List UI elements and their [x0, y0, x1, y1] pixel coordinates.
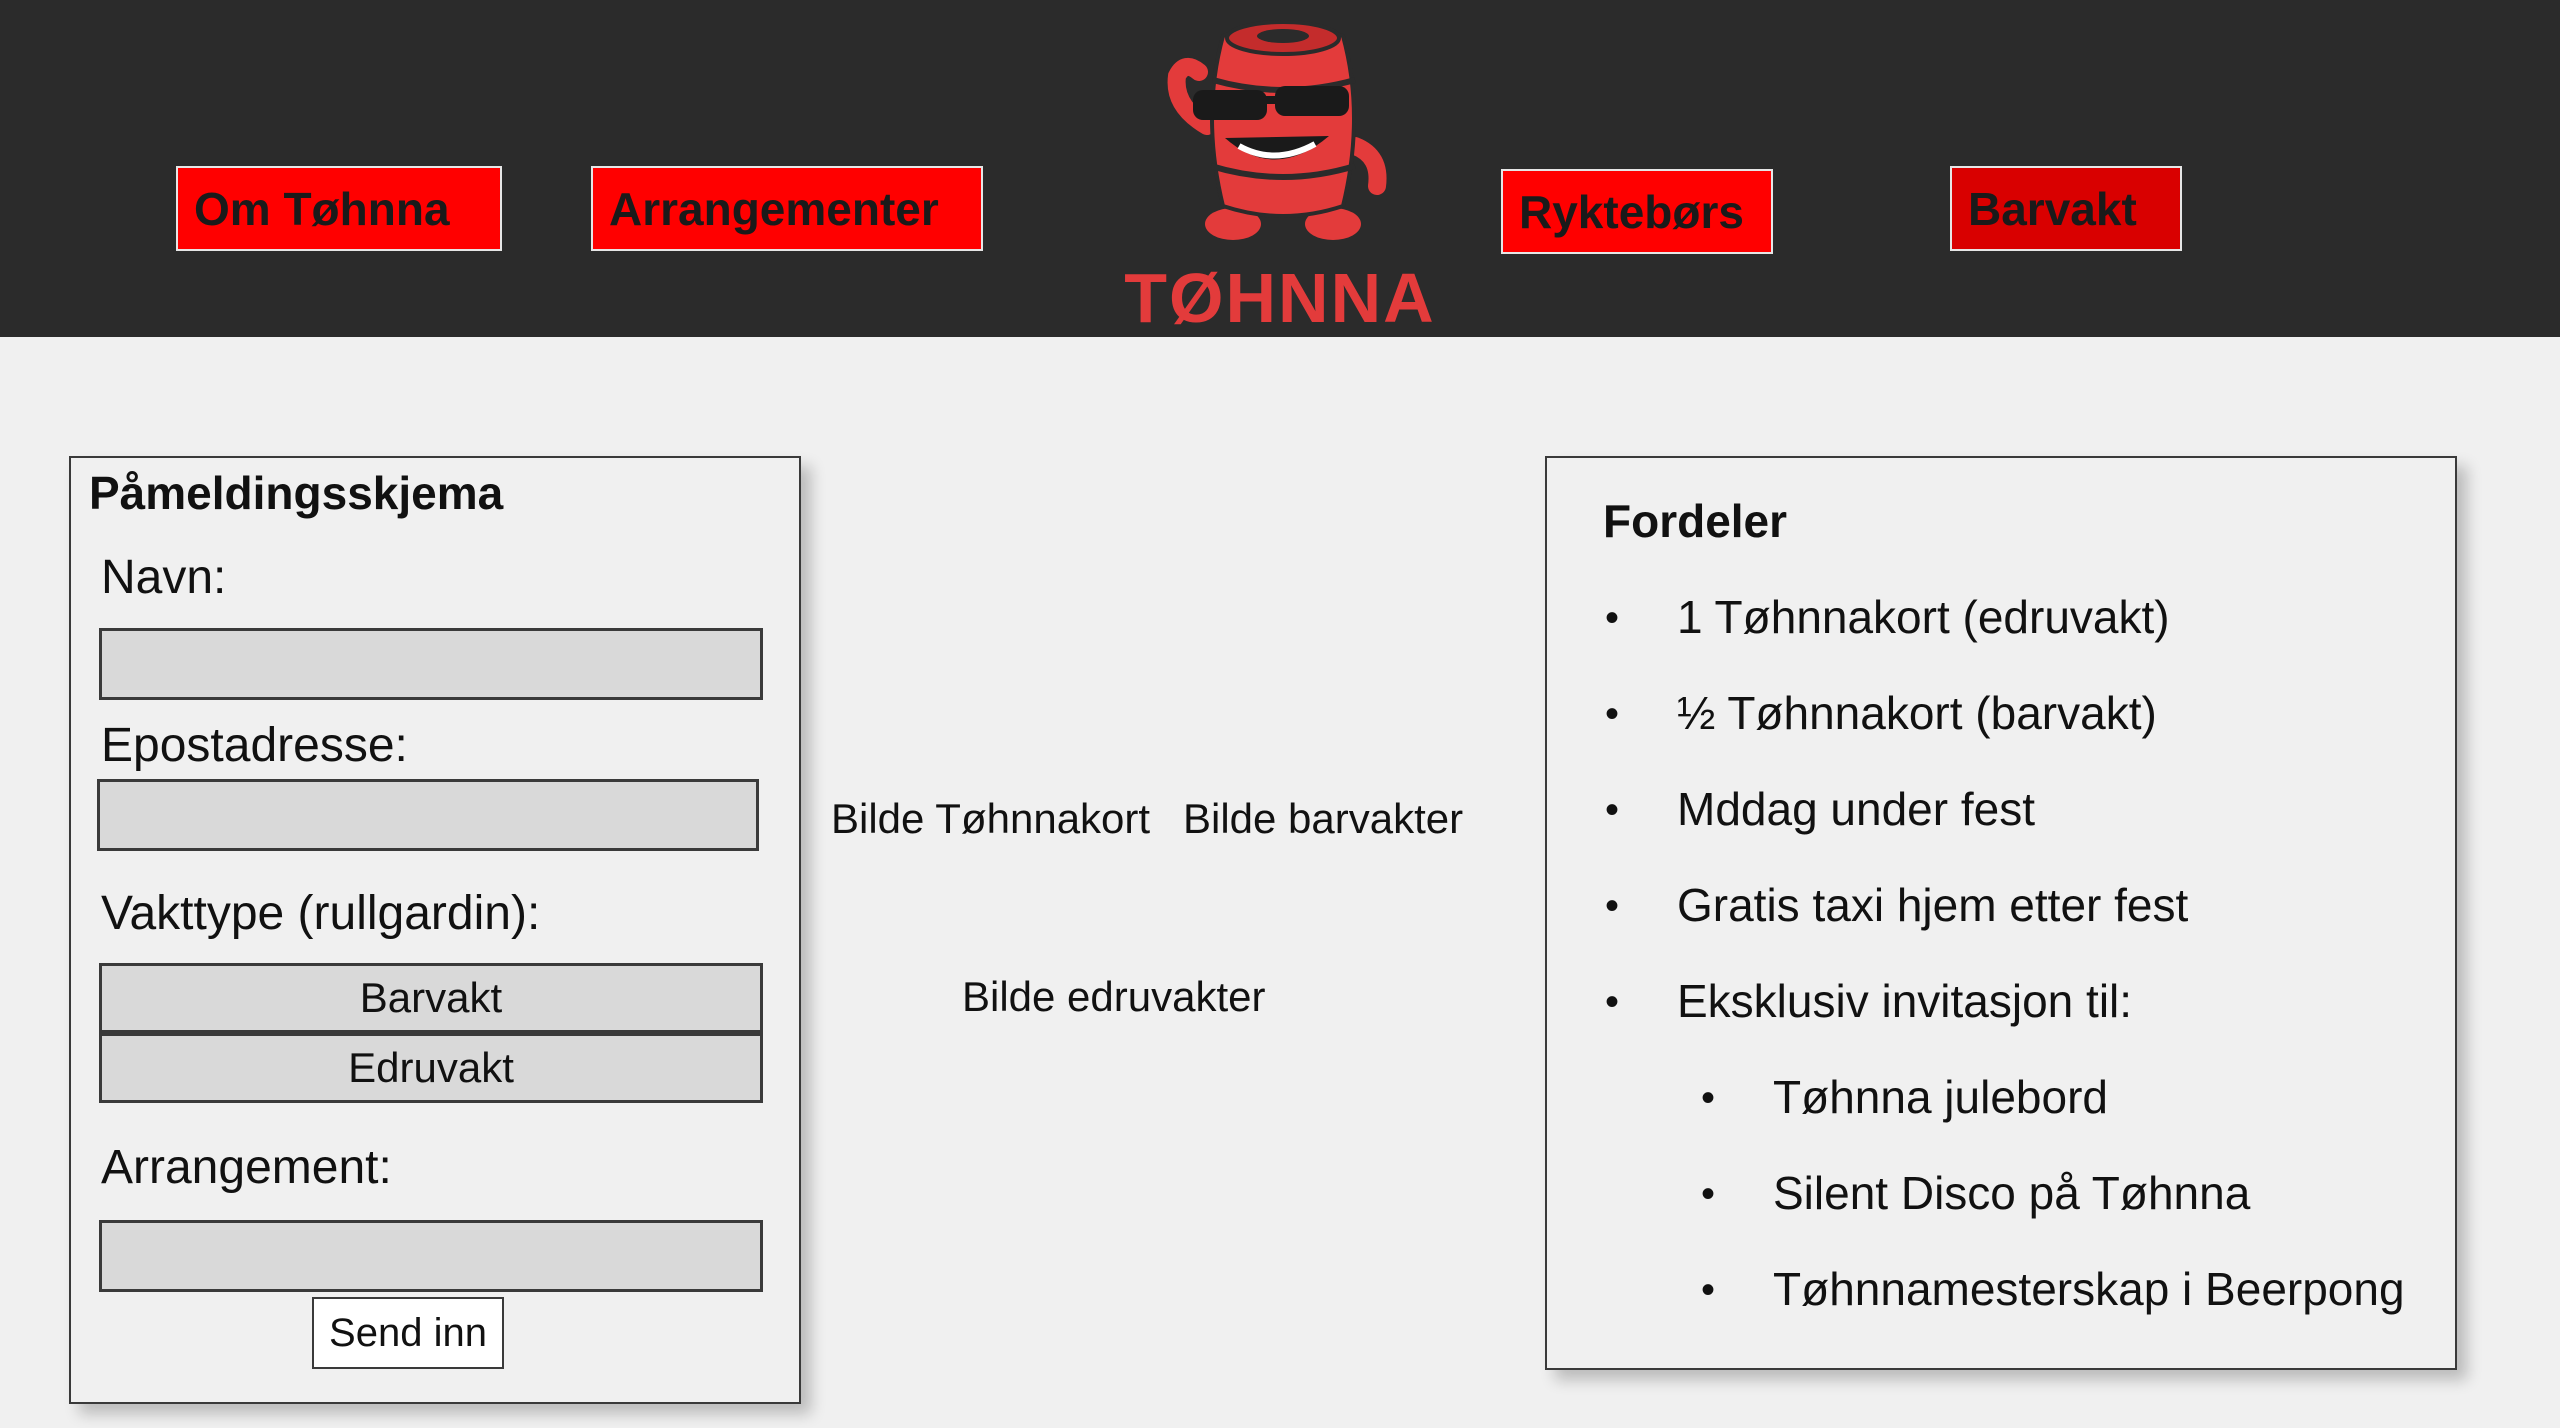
- image-placeholder-barvakter: Bilde barvakter: [1183, 795, 1464, 842]
- email-label: Epostadresse:: [101, 719, 408, 772]
- nav-arrangementer-button[interactable]: Arrangementer: [591, 166, 983, 251]
- form-title: Påmeldingsskjema: [89, 467, 504, 519]
- bullet-icon: •: [1605, 692, 1620, 736]
- email-input[interactable]: [97, 779, 759, 851]
- nav-ryktebors-button[interactable]: Ryktebørs: [1501, 169, 1773, 254]
- submit-button[interactable]: Send inn: [312, 1297, 504, 1369]
- bullet-icon: •: [1701, 1076, 1716, 1120]
- benefits-panel: Fordeler • 1 Tøhnnakort (edruvakt) • ½ T…: [1545, 456, 2457, 1370]
- benefit-item: Gratis taxi hjem etter fest: [1677, 879, 2189, 931]
- benefit-item: Eksklusiv invitasjon til:: [1677, 975, 2133, 1027]
- bullet-icon: •: [1605, 884, 1620, 928]
- bullet-icon: •: [1605, 596, 1620, 640]
- benefit-sub-item: Silent Disco på Tøhnna: [1773, 1167, 2251, 1219]
- benefits-title: Fordeler: [1603, 495, 1788, 547]
- benefit-item: Mddag under fest: [1677, 783, 2036, 835]
- signup-form-panel: Påmeldingsskjema Navn: Epostadresse: Vak…: [69, 456, 801, 1404]
- bullet-icon: •: [1605, 980, 1620, 1024]
- event-label: Arrangement:: [101, 1141, 392, 1194]
- name-label: Navn:: [101, 551, 227, 604]
- benefit-sub-item: Tøhnna julebord: [1773, 1071, 2108, 1123]
- nav-om-tohnna-button[interactable]: Om Tøhnna: [176, 166, 502, 251]
- image-placeholder-edruvakter: Bilde edruvakter: [962, 973, 1266, 1020]
- benefit-item: ½ Tøhnnakort (barvakt): [1677, 687, 2157, 739]
- bullet-icon: •: [1605, 788, 1620, 832]
- name-input[interactable]: [99, 628, 763, 700]
- benefit-item: 1 Tøhnnakort (edruvakt): [1677, 591, 2170, 643]
- bullet-icon: •: [1701, 1172, 1716, 1216]
- bullet-icon: •: [1701, 1268, 1716, 1312]
- shift-type-label: Vakttype (rullgardin):: [101, 887, 541, 940]
- shift-option-edruvakt[interactable]: Edruvakt: [99, 1033, 763, 1103]
- logo-wordmark: TØHNNA: [1124, 259, 1436, 337]
- event-input[interactable]: [99, 1220, 763, 1292]
- benefit-sub-item: Tøhnnamesterskap i Beerpong: [1773, 1263, 2405, 1315]
- nav-barvakt-button[interactable]: Barvakt: [1950, 166, 2182, 251]
- shift-option-barvakt[interactable]: Barvakt: [99, 963, 763, 1033]
- image-placeholder-tohnnakort: Bilde Tøhnnakort: [831, 795, 1151, 842]
- site-header: Om Tøhnna Arrangementer Ryktebørs Barvak…: [0, 0, 2560, 337]
